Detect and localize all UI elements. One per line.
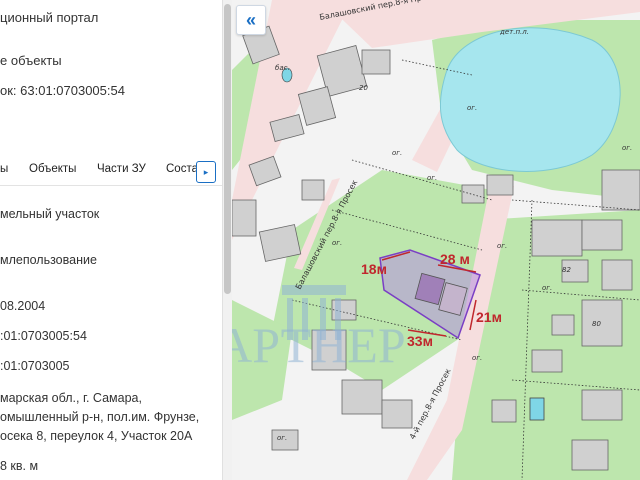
tab-parts[interactable]: Части ЗУ (97, 163, 146, 175)
tab-bar: ы Объекты Части ЗУ Соста (0, 156, 222, 186)
chevron-right-icon: ▸ (203, 166, 209, 177)
house-number: 82 (562, 266, 571, 274)
bas-label: бас. (275, 64, 290, 72)
house-number: 20 (359, 84, 368, 92)
field-address-line3: осека 8, переулок 4, Участок 20А (0, 429, 193, 443)
portal-title: ционный портал (0, 10, 99, 25)
dimension-label-top: 28 м (440, 251, 470, 267)
scrollbar-thumb[interactable] (224, 4, 231, 294)
garden-label: ог. (542, 284, 552, 292)
tabs-next-button[interactable]: ▸ (196, 161, 216, 183)
panel-scrollbar[interactable] (222, 0, 232, 480)
cadastral-map[interactable]: ПАРТНЕР Балашовский пер.8-я Просек Балаш… (232, 0, 640, 480)
pond (439, 27, 621, 172)
dimension-label-bottom: 33м (407, 333, 433, 349)
field-date: 08.2004 (0, 299, 46, 313)
dimension-label-right: 21м (476, 309, 502, 325)
field-type: мельный участок (0, 207, 100, 221)
pool (529, 397, 545, 421)
garden-label: ог. (467, 104, 477, 112)
garden-label: ог. (497, 242, 507, 250)
map-view[interactable]: ПАРТНЕР Балашовский пер.8-я Просек Балаш… (232, 0, 640, 480)
parcel-title: ок: 63:01:0703005:54 (0, 83, 125, 98)
double-chevron-left-icon: « (245, 9, 256, 30)
tab-info[interactable]: ы (0, 163, 8, 175)
tab-objects[interactable]: Объекты (29, 163, 76, 175)
watermark-text: ПАРТНЕР (232, 317, 406, 373)
garden-label: ог. (332, 239, 342, 247)
garden-label: ог. (622, 144, 632, 152)
garden-label: ог. (277, 434, 287, 442)
nearby-objects-link[interactable]: е объекты (0, 53, 62, 68)
pond-label: дет.п.л. (499, 28, 529, 36)
garden-label: ог. (392, 149, 402, 157)
tab-composition[interactable]: Соста (166, 163, 198, 175)
field-address-line1: марская обл., г. Самара, (0, 391, 142, 405)
garden-label: ог. (427, 174, 437, 182)
field-address-line2: омышленный р-н, пол.им. Фрунзе, (0, 410, 200, 424)
garden-label: ог. (472, 354, 482, 362)
field-area: 8 кв. м (0, 459, 39, 473)
house-number: 80 (592, 320, 601, 328)
field-usage: млепользование (0, 253, 97, 267)
field-cad-number: :01:0703005:54 (0, 329, 87, 343)
dimension-label-left: 18м (361, 261, 387, 277)
field-quarter: :01:0703005 (0, 359, 70, 373)
collapse-panel-button[interactable]: « (236, 5, 266, 35)
info-panel: ционный портал е объекты ок: 63:01:07030… (0, 0, 222, 480)
